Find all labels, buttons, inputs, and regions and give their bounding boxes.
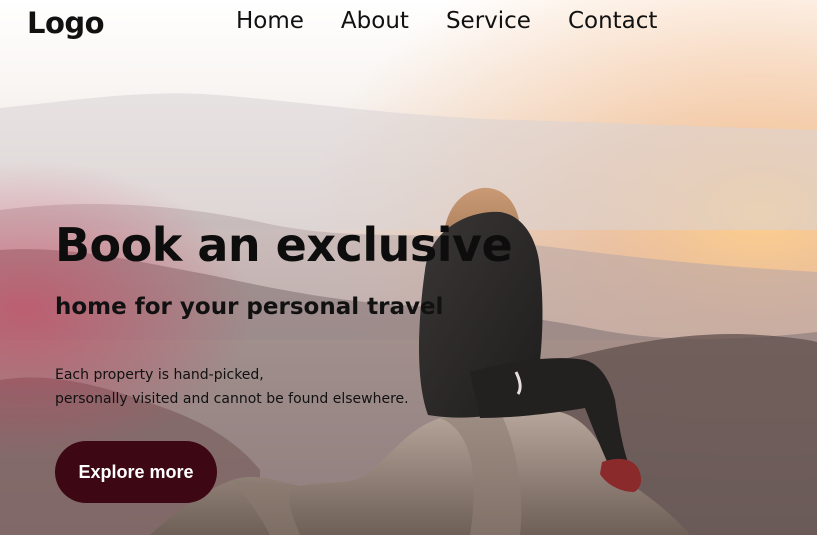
nav-link-about[interactable]: About [341,8,409,34]
nav-link-service[interactable]: Service [446,8,531,34]
logo[interactable]: Logo [27,6,105,40]
hero-subheadline: home for your personal travel [55,294,444,320]
hero-description-line-2: personally visited and cannot be found e… [55,391,409,407]
nav-link-contact[interactable]: Contact [568,8,657,34]
hero-description-line-1: Each property is hand-picked, [55,367,264,383]
hero-description: Each property is hand-picked, personally… [55,363,409,411]
explore-more-button[interactable]: Explore more [55,441,217,503]
landing-page: Logo Home About Service Contact Book an … [0,0,817,535]
navbar: Logo Home About Service Contact [0,0,817,50]
nav-links: Home About Service Contact [236,8,657,34]
nav-link-home[interactable]: Home [236,8,304,34]
hero-headline: Book an exclusive [55,218,513,272]
